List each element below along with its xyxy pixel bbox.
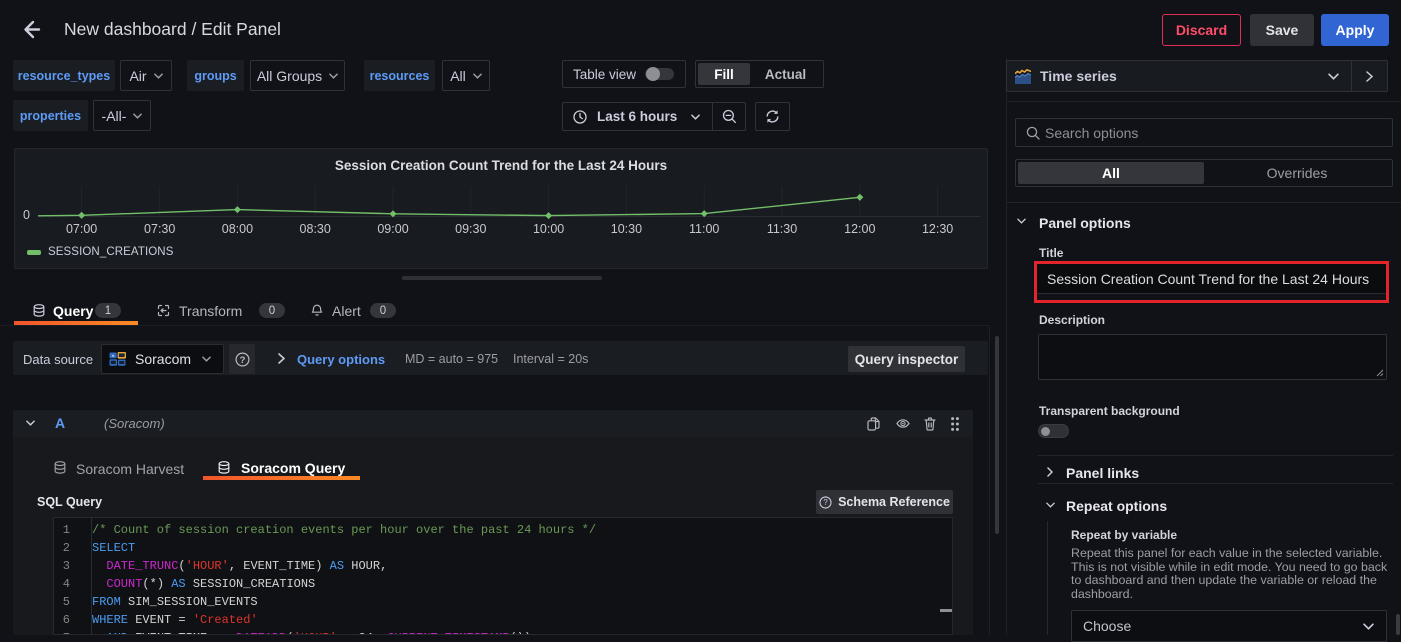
svg-text:?: ? <box>239 354 245 365</box>
svg-text:?: ? <box>823 498 828 507</box>
